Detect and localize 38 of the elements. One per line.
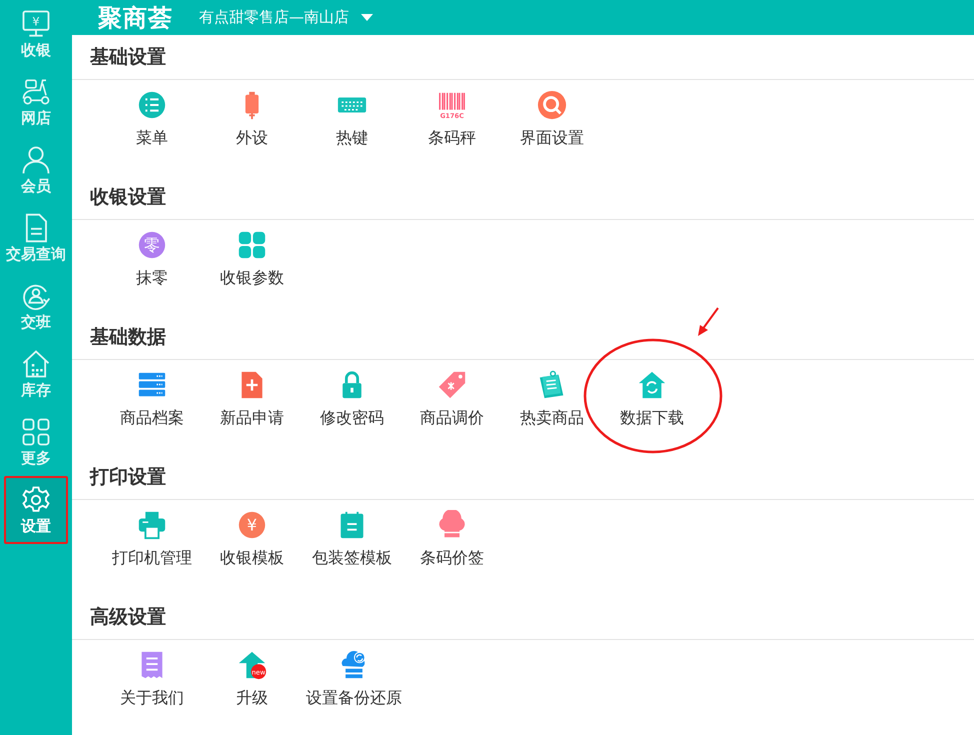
settings-item[interactable]: 条码价签	[402, 510, 502, 570]
settings-item[interactable]: 关于我们	[102, 650, 202, 710]
settings-item[interactable]: ¥ 收银模板	[202, 510, 302, 570]
logo: 聚商荟	[98, 2, 173, 34]
section-title: 基础数据	[72, 315, 974, 360]
settings-item[interactable]: 界面设置	[502, 90, 602, 150]
annotation-arrow	[696, 306, 720, 338]
printer-icon	[137, 510, 167, 540]
settings-item[interactable]: 热键	[302, 90, 402, 150]
section-title: 打印设置	[72, 455, 974, 500]
settings-item[interactable]: 菜单	[102, 90, 202, 150]
caret-icon	[361, 14, 373, 22]
settings-item[interactable]: 新品申请	[202, 370, 302, 430]
list-icon	[137, 90, 167, 120]
settings-item[interactable]: 外设	[202, 90, 302, 150]
settings-item[interactable]: 零 抹零	[102, 230, 202, 290]
tiles-icon	[237, 230, 267, 260]
settings-item[interactable]: 收银参数	[202, 230, 302, 290]
settings-item[interactable]: 设置备份还原	[302, 650, 406, 710]
section-title: 高级设置	[72, 595, 974, 640]
scooter-icon	[21, 76, 51, 106]
coin-icon: ¥	[237, 510, 267, 540]
search-icon	[537, 90, 567, 120]
settings-icon	[21, 484, 51, 514]
tag-icon	[437, 370, 467, 400]
section-title: 收银设置	[72, 175, 974, 220]
section-title: 基础设置	[72, 35, 974, 80]
homesync-icon	[637, 370, 667, 400]
settings-item[interactable]: 热卖商品	[502, 370, 602, 430]
person-icon	[21, 144, 51, 174]
coin-icon: 零	[137, 230, 167, 260]
settings-item[interactable]: 修改密码	[302, 370, 402, 430]
settings-item[interactable]: 商品档案	[102, 370, 202, 430]
house-icon	[21, 348, 51, 378]
grid-icon	[21, 416, 51, 446]
settings-item[interactable]: 包装签模板	[302, 510, 402, 570]
settings-item[interactable]: 商品调价	[402, 370, 502, 430]
settings-item[interactable]: 打印机管理	[102, 510, 202, 570]
